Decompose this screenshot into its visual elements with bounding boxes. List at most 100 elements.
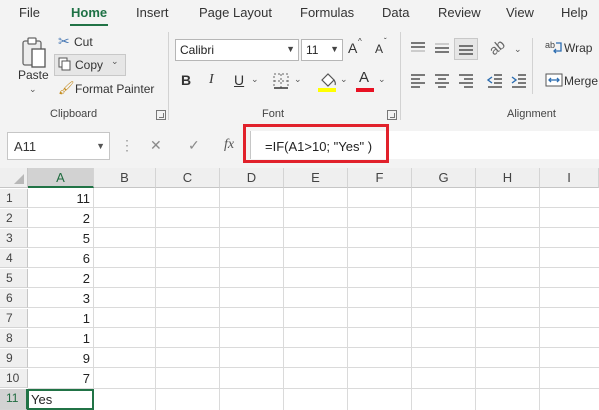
name-box-chevron-icon[interactable]: ▼ (96, 141, 105, 151)
tab-review[interactable]: Review (438, 5, 481, 20)
paste-button[interactable]: Paste (18, 68, 49, 82)
grid-line (28, 388, 599, 389)
fill-color-chevron-icon[interactable]: ⌄ (340, 74, 348, 85)
tab-insert[interactable]: Insert (136, 5, 169, 20)
italic-button[interactable]: I (209, 72, 214, 88)
borders-icon[interactable] (272, 72, 290, 90)
cut-button[interactable]: Cut (74, 35, 93, 49)
font-name-chevron-icon[interactable]: ▼ (286, 44, 295, 54)
confirm-entry-icon[interactable]: ✓ (188, 137, 200, 154)
row-header-3[interactable]: 3 (0, 229, 28, 248)
shrink-font-icon[interactable]: A (375, 42, 383, 56)
font-color-swatch (356, 88, 374, 92)
copy-icon[interactable] (58, 57, 72, 71)
column-header-i[interactable]: I (540, 168, 599, 188)
row-header-1[interactable]: 1 (0, 189, 28, 208)
cell-a8[interactable]: 1 (28, 329, 90, 348)
grow-font-icon[interactable]: A (348, 40, 357, 56)
increase-indent-icon[interactable] (510, 72, 528, 88)
select-all-button[interactable] (0, 168, 28, 188)
tab-view[interactable]: View (506, 5, 534, 20)
borders-chevron-icon[interactable]: ⌄ (294, 74, 302, 85)
ribbon-tab-bar: File Home Insert Page Layout Formulas Da… (0, 0, 599, 27)
cell-a5[interactable]: 2 (28, 269, 90, 288)
cell-a6[interactable]: 3 (28, 289, 90, 308)
column-header-h[interactable]: H (476, 168, 540, 188)
grid-line (155, 188, 156, 410)
format-painter-button[interactable]: Format Painter (75, 82, 154, 96)
grid-line (28, 247, 599, 248)
grid-line (28, 307, 599, 308)
row-header-6[interactable]: 6 (0, 289, 28, 308)
column-header-f[interactable]: F (348, 168, 412, 188)
column-header-a[interactable]: A (28, 168, 94, 188)
cell-a1[interactable]: 11 (28, 189, 91, 208)
cell-a9[interactable]: 9 (28, 349, 90, 368)
paste-icon[interactable] (20, 36, 48, 70)
align-bottom-icon[interactable] (457, 40, 475, 56)
merge-center-icon[interactable] (545, 72, 563, 88)
row-header-10[interactable]: 10 (0, 369, 28, 388)
grid-line (28, 227, 599, 228)
font-size-chevron-icon[interactable]: ▼ (330, 44, 339, 54)
cancel-entry-icon[interactable]: ✕ (150, 137, 162, 154)
tab-page-layout[interactable]: Page Layout (199, 5, 272, 20)
underline-chevron-icon[interactable]: ⌄ (251, 74, 259, 85)
row-header-11[interactable]: 11 (0, 389, 28, 410)
column-header-g[interactable]: G (412, 168, 476, 188)
align-top-icon[interactable] (409, 40, 427, 56)
font-color-chevron-icon[interactable]: ⌄ (378, 74, 386, 85)
orientation-icon[interactable]: ab (486, 36, 508, 58)
row-header-4[interactable]: 4 (0, 249, 28, 268)
tab-help[interactable]: Help (561, 5, 588, 20)
format-painter-icon[interactable]: 🖌 (58, 80, 75, 96)
row-header-7[interactable]: 7 (0, 309, 28, 328)
decrease-indent-icon[interactable] (486, 72, 504, 88)
cell-a2[interactable]: 2 (28, 209, 90, 228)
cell-a3[interactable]: 5 (28, 229, 90, 248)
align-center-icon[interactable] (433, 72, 451, 88)
bold-button[interactable]: B (181, 72, 191, 88)
grid-line (411, 188, 412, 410)
font-launcher-icon[interactable] (387, 110, 397, 120)
grid-line (93, 188, 94, 410)
column-header-e[interactable]: E (284, 168, 348, 188)
align-left-icon[interactable] (409, 72, 427, 88)
grid-line (475, 188, 476, 410)
row-header-2[interactable]: 2 (0, 209, 28, 228)
row-header-5[interactable]: 5 (0, 269, 28, 288)
wrap-text-icon[interactable]: ab (545, 39, 563, 55)
copy-dropdown-chevron-icon[interactable]: ⌄ (111, 56, 119, 67)
grid-line (347, 188, 348, 410)
grid-line (28, 327, 599, 328)
underline-button[interactable]: U (234, 72, 244, 88)
merge-center-button[interactable]: Merge (564, 74, 598, 88)
copy-button[interactable]: Copy (75, 58, 103, 72)
insert-function-icon[interactable]: fx (224, 137, 234, 153)
wrap-text-button[interactable]: Wrap (564, 41, 592, 55)
cut-icon[interactable]: ✂ (58, 33, 70, 50)
grid-line (28, 267, 599, 268)
tab-formulas[interactable]: Formulas (300, 5, 354, 20)
tab-file[interactable]: File (19, 5, 40, 20)
row-header-8[interactable]: 8 (0, 329, 28, 348)
cell-a4[interactable]: 6 (28, 249, 90, 268)
row-header-9[interactable]: 9 (0, 349, 28, 368)
paste-dropdown-chevron-icon[interactable]: ⌄ (29, 84, 37, 95)
align-middle-icon[interactable] (433, 40, 451, 56)
font-color-icon[interactable]: A (359, 69, 369, 86)
grid-line (28, 367, 599, 368)
name-box[interactable]: A11 ▼ (7, 132, 110, 160)
font-size-select[interactable]: 11 ▼ (301, 39, 343, 61)
cell-a10[interactable]: 7 (28, 369, 90, 388)
align-right-icon[interactable] (457, 72, 475, 88)
tab-data[interactable]: Data (382, 5, 409, 20)
font-name-select[interactable]: Calibri ▼ (175, 39, 299, 61)
column-header-c[interactable]: C (156, 168, 220, 188)
clipboard-launcher-icon[interactable] (156, 110, 166, 120)
column-header-b[interactable]: B (94, 168, 156, 188)
tab-home[interactable]: Home (71, 5, 107, 20)
cell-a7[interactable]: 1 (28, 309, 90, 328)
column-header-d[interactable]: D (220, 168, 284, 188)
orientation-chevron-icon[interactable]: ⌄ (514, 44, 522, 55)
